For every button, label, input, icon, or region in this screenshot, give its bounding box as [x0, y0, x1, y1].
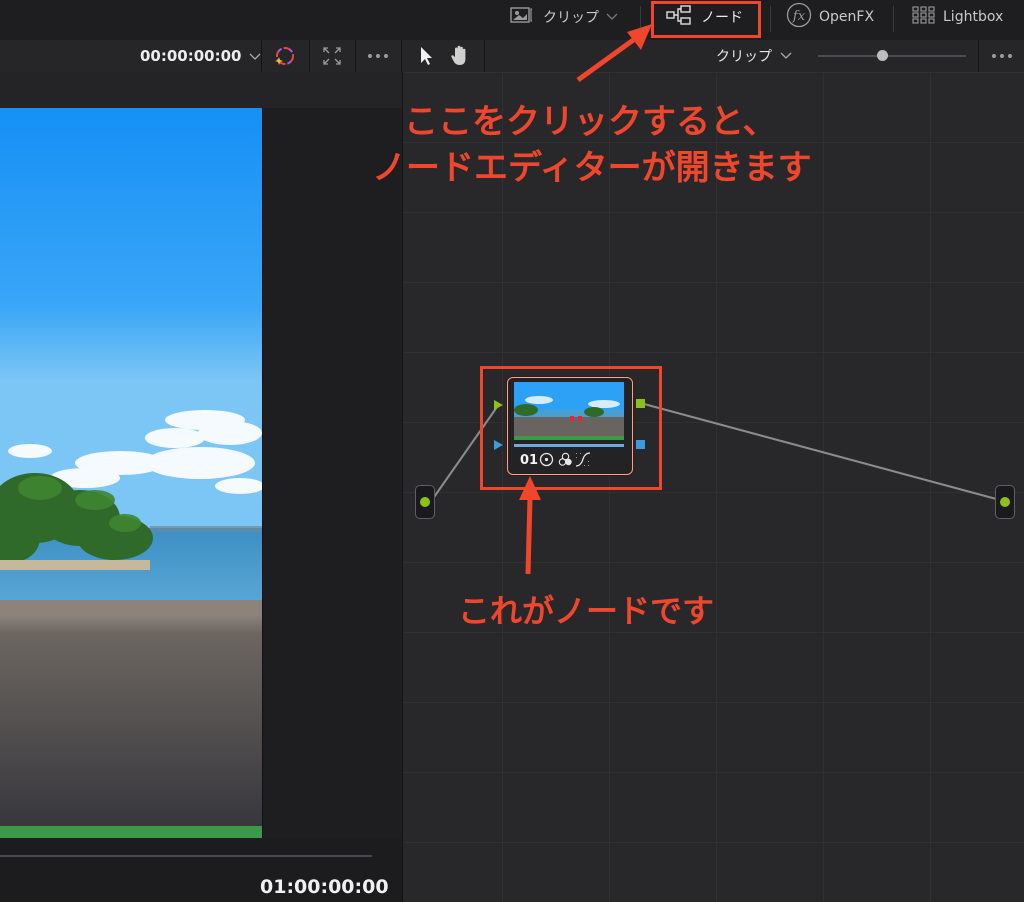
top-menu-bar: クリップ ノード fx OpenFX Lightbox: [0, 0, 1024, 41]
hand-icon[interactable]: [448, 44, 472, 68]
pointer-icon[interactable]: [414, 44, 438, 68]
source-input-node[interactable]: [415, 485, 435, 519]
node-button-highlight: [651, 1, 761, 38]
node-mode-selector[interactable]: クリップ: [716, 44, 808, 68]
divider: [401, 40, 402, 72]
divider: [770, 6, 771, 32]
output-port[interactable]: [1000, 497, 1010, 507]
zoom-slider-handle[interactable]: [877, 50, 888, 61]
openfx-label: OpenFX: [819, 9, 875, 25]
more-icon[interactable]: [366, 44, 390, 68]
timecode-end: 01:00:00:00: [260, 876, 389, 898]
node-callout-text: これがノードです: [458, 592, 715, 630]
clip-view-icon: [510, 6, 536, 28]
divider: [309, 40, 310, 72]
lightbox-label: Lightbox: [943, 9, 1004, 25]
expand-icon[interactable]: [320, 44, 344, 68]
openfx-button[interactable]: fx OpenFX: [786, 0, 874, 34]
divider: [640, 6, 641, 32]
divider: [262, 108, 263, 838]
viewer-header-strip: [0, 72, 402, 108]
more-icon[interactable]: [990, 44, 1014, 68]
timeline-scrubber[interactable]: [0, 855, 372, 857]
clip-view-button[interactable]: クリップ: [510, 0, 618, 34]
output-node[interactable]: [995, 485, 1015, 519]
chevron-down-icon: [249, 47, 261, 65]
timecode-display[interactable]: 00:00:00:00: [140, 40, 261, 72]
chevron-down-icon: [780, 48, 792, 64]
node-highlight-box: [480, 366, 662, 490]
node-mode-label: クリップ: [716, 49, 772, 65]
input-port[interactable]: [420, 497, 430, 507]
divider: [893, 6, 894, 32]
divider: [484, 40, 485, 72]
divider: [355, 40, 356, 72]
callout-text-line1: ここをクリックすると、: [404, 102, 777, 142]
divider: [978, 40, 979, 72]
landscape-image: [0, 108, 262, 838]
color-wheel-icon[interactable]: [272, 44, 296, 68]
timecode-value: 00:00:00:00: [140, 47, 242, 65]
callout-text-line2: ノードエディターが開きます: [372, 148, 812, 188]
clip-view-label: クリップ: [543, 10, 599, 26]
divider: [261, 40, 262, 72]
fx-icon: fx: [786, 2, 812, 32]
lightbox-button[interactable]: Lightbox: [912, 0, 1003, 34]
zoom-slider[interactable]: [818, 50, 966, 61]
svg-text:fx: fx: [792, 9, 806, 24]
video-preview: [0, 108, 262, 838]
chevron-down-icon: [606, 10, 618, 24]
lightbox-grid-icon: [912, 6, 936, 28]
viewer-toolbar: 00:00:00:00 クリップ: [0, 40, 1024, 73]
